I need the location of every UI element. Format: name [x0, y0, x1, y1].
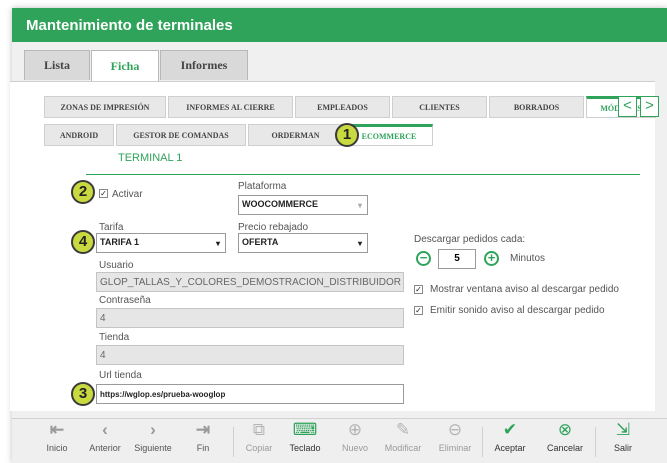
activar-checkbox[interactable]: ✓	[99, 189, 108, 198]
section-divider	[86, 174, 640, 175]
emitir-sonido-label: Emitir sonido aviso al descargar pedido	[430, 305, 605, 316]
descargar-interval-input[interactable]: 5	[438, 249, 476, 269]
chevron-down-icon: ▾	[357, 201, 362, 210]
window-title: Mantenimiento de terminales	[12, 8, 667, 42]
tienda-label: Tienda	[99, 332, 130, 343]
module-tabs-row1: ZONAS DE IMPRESIÓN INFORMES AL CIERRE EM…	[44, 96, 658, 118]
anterior-label: Anterior	[89, 443, 121, 453]
chevron-right-icon[interactable]: >	[640, 96, 659, 117]
fin-label: Fin	[196, 443, 210, 453]
plataforma-label: Plataforma	[238, 181, 287, 192]
step-badge-1: 1	[335, 123, 359, 147]
tab-informes-cierre[interactable]: INFORMES AL CIERRE	[168, 96, 293, 118]
emitir-sonido-checkbox[interactable]: ✓	[414, 306, 423, 315]
nuevo-label: Nuevo	[341, 443, 368, 453]
modificar-label: Modificar	[384, 443, 422, 453]
last-record-icon: ⇥	[195, 420, 211, 439]
siguiente-button[interactable]: › Siguiente	[128, 419, 178, 453]
salir-button[interactable]: ⇲ Salir	[598, 419, 648, 453]
terminal-title: TERMINAL 1	[118, 152, 183, 164]
tienda-field[interactable]: 4	[96, 345, 404, 365]
tab-clientes[interactable]: CLIENTES	[392, 96, 487, 118]
usuario-field[interactable]: GLOP_TALLAS_Y_COLORES_DEMOSTRACION_DISTR…	[96, 272, 404, 292]
copy-icon: ⧉	[252, 420, 266, 439]
pencil-icon: ✎	[395, 420, 411, 439]
x-circle-icon: ⊗	[557, 420, 573, 439]
tab-lista[interactable]: Lista	[24, 50, 90, 80]
first-record-icon: ⇤	[49, 420, 65, 439]
minutos-label: Minutos	[510, 253, 546, 264]
modificar-button[interactable]: ✎ Modificar	[378, 419, 428, 453]
check-circle-icon: ✔	[502, 420, 518, 439]
inicio-button[interactable]: ⇤ Inicio	[32, 419, 82, 453]
plataforma-select[interactable]: WOOCOMMERCE ▾	[238, 195, 368, 215]
nuevo-button[interactable]: ⊕ Nuevo	[330, 419, 380, 453]
chevron-down-icon: ▾	[357, 239, 362, 248]
siguiente-label: Siguiente	[134, 443, 172, 453]
plus-circle-icon[interactable]: +	[484, 251, 499, 266]
descargar-label: Descargar pedidos cada:	[414, 234, 526, 245]
chevron-left-icon: ‹	[102, 420, 108, 439]
chevron-right-icon: ›	[150, 420, 156, 439]
precio-rebajado-value: OFERTA	[242, 237, 279, 247]
tab-ficha[interactable]: Ficha	[91, 50, 159, 82]
salir-label: Salir	[613, 443, 632, 453]
main-tabs: Lista Ficha Informes	[24, 50, 249, 82]
tarifa-value: TARIFA 1	[100, 237, 140, 247]
tab-informes[interactable]: Informes	[160, 50, 248, 80]
contrasena-field[interactable]: 4	[96, 308, 404, 328]
tab-zonas-impresion[interactable]: ZONAS DE IMPRESIÓN	[44, 96, 166, 118]
eliminar-button[interactable]: ⊖ Eliminar	[430, 419, 480, 453]
url-tienda-field[interactable]: https://wglop.es/prueba-wooglop	[96, 384, 404, 404]
minus-circle-icon: ⊖	[447, 420, 463, 439]
contrasena-label: Contraseña	[99, 295, 151, 306]
precio-rebajado-select[interactable]: OFERTA ▾	[238, 233, 368, 253]
copiar-label: Copiar	[245, 443, 273, 453]
tab-android[interactable]: ANDROID	[44, 124, 114, 146]
cancelar-button[interactable]: ⊗ Cancelar	[540, 419, 590, 453]
teclado-button[interactable]: ⌨ Teclado	[280, 419, 330, 453]
tab-gestor-comandas[interactable]: GESTOR DE COMANDAS	[116, 124, 246, 146]
inicio-label: Inicio	[46, 443, 68, 453]
tab-empleados[interactable]: EMPLEADOS	[295, 96, 390, 118]
plus-circle-icon: ⊕	[347, 420, 363, 439]
copiar-button[interactable]: ⧉ Copiar	[234, 419, 284, 453]
aceptar-label: Aceptar	[494, 443, 526, 453]
step-badge-4: 4	[71, 230, 95, 254]
chevron-left-icon[interactable]: <	[618, 96, 637, 117]
precio-rebajado-label: Precio rebajado	[238, 222, 309, 233]
step-badge-3: 3	[71, 382, 95, 406]
cancelar-label: Cancelar	[546, 443, 584, 453]
fin-button[interactable]: ⇥ Fin	[178, 419, 228, 453]
url-tienda-label: Url tienda	[99, 370, 142, 381]
usuario-label: Usuario	[99, 260, 134, 271]
toolbar-divider	[482, 427, 483, 457]
bottom-toolbar: ⇤ Inicio ‹ Anterior › Siguiente ⇥ Fin ⧉ …	[12, 418, 667, 463]
mostrar-ventana-label: Mostrar ventana aviso al descargar pedid…	[430, 284, 619, 295]
toolbar-divider	[595, 427, 596, 457]
module-tabs-row2: ANDROID GESTOR DE COMANDAS ORDERMAN ECOM…	[44, 124, 435, 146]
tarifa-select[interactable]: TARIFA 1 ▾	[96, 233, 226, 253]
plataforma-value: WOOCOMMERCE	[242, 199, 318, 209]
chevron-down-icon: ▾	[215, 239, 220, 248]
aceptar-button[interactable]: ✔ Aceptar	[485, 419, 535, 453]
tarifa-label: Tarifa	[99, 222, 124, 233]
teclado-label: Teclado	[289, 443, 321, 453]
step-badge-2: 2	[71, 180, 95, 204]
anterior-button[interactable]: ‹ Anterior	[80, 419, 130, 453]
eliminar-label: Eliminar	[438, 443, 472, 453]
activar-label: Activar	[112, 189, 143, 200]
exit-icon: ⇲	[615, 420, 631, 439]
tab-borrados[interactable]: BORRADOS	[489, 96, 584, 118]
keyboard-icon: ⌨	[292, 420, 318, 439]
minus-circle-icon[interactable]: −	[416, 251, 431, 266]
mostrar-ventana-checkbox[interactable]: ✓	[414, 285, 423, 294]
tab-orderman[interactable]: ORDERMAN	[248, 124, 343, 146]
